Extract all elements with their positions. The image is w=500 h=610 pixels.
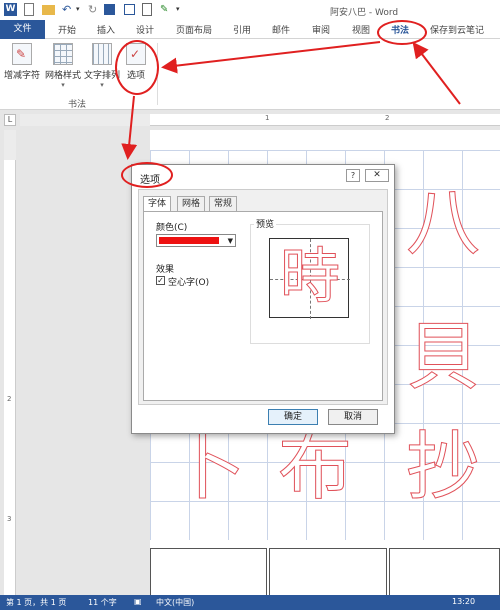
tab-grid[interactable]: 网格 (177, 196, 206, 211)
color-select[interactable]: ▼ (156, 234, 236, 247)
hollow-character: 八 (406, 180, 481, 266)
tab-mailings[interactable]: 邮件 (272, 23, 290, 36)
proofing-icon[interactable]: ▣ (134, 597, 142, 606)
ruler-number: 1 (265, 114, 270, 122)
status-bar: 第 1 页，共 1 页 11 个字 ▣ 中文(中国) 13:20 (0, 595, 500, 610)
hollow-checkbox[interactable]: ✓ (156, 276, 165, 285)
word-count[interactable]: 11 个字 (88, 597, 117, 608)
hollow-character: 布 (278, 424, 353, 510)
tab-insert[interactable]: 插入 (97, 23, 115, 36)
open-icon[interactable] (42, 5, 55, 15)
font-tab-panel: 颜色(C) ▼ 效果 ✓ 空心字(O) 预览 時 (143, 211, 383, 401)
hollow-character: 貝 (406, 314, 481, 400)
ruler-number: 2 (7, 395, 12, 403)
tab-review[interactable]: 审阅 (312, 23, 330, 36)
chevron-down-icon: ▾ (61, 81, 65, 89)
grid-style-button[interactable]: 网格样式 ▾ (45, 43, 81, 89)
close-button[interactable]: ✕ (365, 169, 389, 182)
grid-style-icon (53, 43, 73, 65)
vertical-ruler[interactable]: 2 3 (4, 130, 16, 595)
add-remove-chars-label: 增减字符 (4, 71, 41, 81)
tab-view[interactable]: 视图 (352, 23, 370, 36)
save-as-icon[interactable] (124, 4, 135, 15)
redo-icon[interactable]: ↻ (88, 3, 101, 16)
tab-file[interactable]: 文件 (0, 20, 45, 39)
grid-box (389, 548, 500, 595)
color-label: 颜色(C) (156, 223, 188, 233)
color-swatch (159, 237, 219, 244)
chevron-down-icon: ▼ (227, 237, 233, 245)
dialog-body: 字体 网格 常规 颜色(C) ▼ 效果 ✓ 空心字(O) 预览 時 (138, 189, 388, 405)
clock: 13:20 (452, 597, 476, 606)
preview-frame: 時 (269, 238, 350, 319)
print-preview-icon[interactable] (142, 3, 152, 16)
ribbon-group-label: 书法 (68, 100, 87, 110)
grid-box (150, 548, 267, 595)
new-doc-icon[interactable] (24, 3, 34, 16)
ruler-margin (4, 130, 16, 160)
touch-mode-icon[interactable]: ✎ (160, 3, 173, 16)
ruler-margin (20, 114, 150, 126)
grid-style-label: 网格样式 (45, 71, 82, 81)
ruler-number: 2 (385, 114, 390, 122)
cancel-button[interactable]: 取消 (328, 409, 378, 425)
ruler-number: 3 (7, 515, 12, 523)
save-icon[interactable] (104, 4, 115, 15)
preview-character: 時 (280, 242, 341, 312)
annotation-ring (377, 20, 427, 45)
customize-qat-icon[interactable]: ▾ (176, 3, 182, 16)
hollow-character: 抄 (406, 424, 481, 510)
tab-cloud-note[interactable]: 保存到云笔记 (430, 23, 484, 36)
tab-selector[interactable]: L (4, 114, 16, 126)
language-status[interactable]: 中文(中国) (156, 597, 194, 608)
ok-button[interactable]: 确定 (268, 409, 318, 425)
tab-layout[interactable]: 页面布局 (176, 23, 212, 36)
help-button[interactable]: ? (346, 169, 360, 182)
preview-box: 時 (250, 224, 370, 344)
tab-font[interactable]: 字体 (143, 196, 172, 212)
preview-label: 预览 (254, 217, 277, 230)
tab-design[interactable]: 设计 (136, 23, 154, 36)
annotation-ring (121, 162, 173, 188)
options-dialog: 选项 ? ✕ 字体 网格 常规 颜色(C) ▼ 效果 ✓ 空心字(O) 预览 時 (131, 164, 395, 434)
hollow-character: 卜 (172, 424, 247, 510)
horizontal-ruler[interactable]: 1 2 (20, 114, 500, 126)
chevron-down-icon[interactable]: ▾ (76, 3, 82, 16)
word-logo-icon: W (4, 3, 17, 16)
tab-general[interactable]: 常规 (209, 196, 238, 211)
undo-icon[interactable]: ↶ (62, 3, 75, 16)
title-bar: W ↶ ▾ ↻ ✎ ▾ 阿安八巴 - Word (0, 0, 500, 20)
window-title: 阿安八巴 - Word (330, 8, 399, 18)
chevron-down-icon: ▾ (100, 81, 104, 89)
page-count[interactable]: 第 1 页，共 1 页 (6, 597, 66, 608)
ribbon: ✎ 增减字符 网格样式 ▾ 文字排列 ▾ ✓ 选项 书法 (0, 39, 500, 110)
effect-label: 效果 (156, 265, 175, 275)
add-remove-chars-button[interactable]: ✎ 增减字符 (4, 43, 40, 81)
tab-references[interactable]: 引用 (233, 23, 251, 36)
text-arrange-icon (92, 43, 112, 65)
tab-home[interactable]: 开始 (58, 23, 76, 36)
add-remove-chars-icon: ✎ (12, 43, 32, 65)
grid-box (269, 548, 387, 595)
hollow-checkbox-label[interactable]: 空心字(O) (168, 275, 209, 288)
annotation-ring (115, 40, 159, 95)
